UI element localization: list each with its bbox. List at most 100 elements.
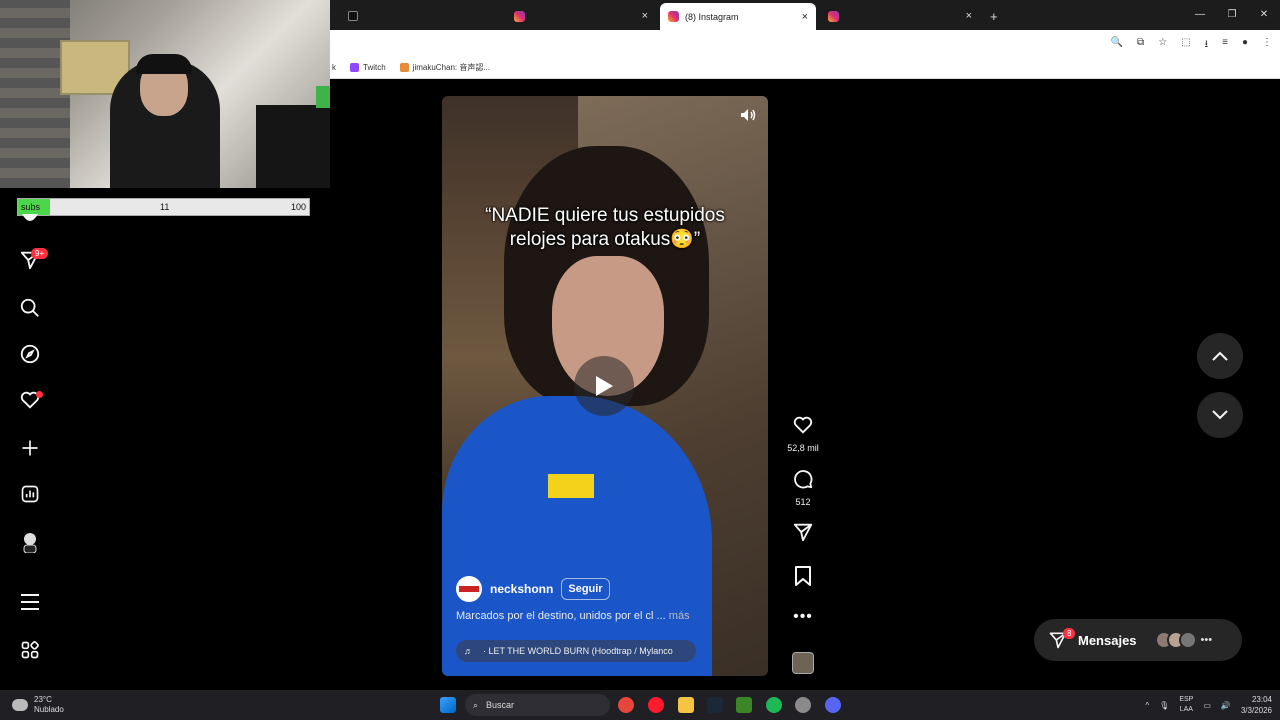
minimize-icon[interactable]: — xyxy=(1184,0,1216,30)
like-action[interactable]: 52,8 mil xyxy=(783,414,823,453)
tab-instagram-1[interactable]: × xyxy=(506,4,656,28)
audio-thumbnail[interactable] xyxy=(792,652,814,674)
windows-taskbar: 23°C Nublado ⌕ Buscar ^ 🎙 ESP LAA ▭ 🔊 23… xyxy=(0,690,1280,720)
next-reel-button[interactable] xyxy=(1197,392,1243,438)
taskbar-search[interactable]: ⌕ Buscar xyxy=(465,694,610,716)
weather-condition: Nublado xyxy=(34,705,64,714)
reels-icon-partial[interactable] xyxy=(18,208,42,232)
subs-current: 11 xyxy=(160,202,170,212)
reel-caption: “NADIE quiere tus estupidos relojes para… xyxy=(485,205,725,250)
more-options-icon[interactable]: ••• xyxy=(783,608,823,626)
more-link[interactable]: más xyxy=(669,610,690,622)
notifications-badge: 9+ xyxy=(31,248,49,259)
subs-goal-bar: subs 11 100 xyxy=(17,198,310,216)
microphone-icon[interactable]: 🎙 xyxy=(1159,701,1169,710)
network-icon[interactable]: ▭ xyxy=(1203,701,1211,710)
extensions-icon[interactable]: ⬚ xyxy=(1181,37,1190,54)
comment-icon xyxy=(794,470,813,489)
star-icon[interactable]: ☆ xyxy=(1158,37,1167,54)
play-button[interactable] xyxy=(574,356,634,416)
close-tab-icon[interactable]: × xyxy=(642,10,648,22)
download-icon[interactable]: ⭳ xyxy=(1205,37,1209,54)
chrome-icon[interactable] xyxy=(618,697,634,713)
opera-icon[interactable] xyxy=(648,697,664,713)
also-from-meta-icon[interactable] xyxy=(18,638,42,662)
cloud-icon xyxy=(12,699,28,711)
start-icon[interactable] xyxy=(440,697,456,713)
explore-icon[interactable] xyxy=(18,342,42,366)
author-avatar[interactable] xyxy=(456,576,482,602)
tab-instagram-active[interactable]: (8) Instagram × xyxy=(660,3,816,30)
tab-instagram-3[interactable]: × xyxy=(820,4,980,28)
subject-shirt xyxy=(442,396,712,676)
menu-icon[interactable]: ⋮ xyxy=(1262,37,1272,54)
share-action[interactable] xyxy=(783,521,823,548)
reel-video[interactable]: “NADIE quiere tus estupidos relojes para… xyxy=(442,96,768,676)
streamer-cap xyxy=(136,54,192,74)
lang-top: ESP xyxy=(1179,696,1194,703)
messages-button[interactable]: Mensajes ••• xyxy=(1034,619,1242,661)
profile-avatar[interactable] xyxy=(18,530,42,554)
minecraft-icon[interactable] xyxy=(736,697,752,713)
bookmarks-bar: k Twitch jimakuChan: 音声認... xyxy=(330,57,1280,79)
clock[interactable]: 23:04 3/3/2026 xyxy=(1241,694,1272,716)
language-indicator[interactable]: ESP LAA xyxy=(1179,695,1193,715)
dashboard-icon[interactable] xyxy=(18,482,42,506)
create-icon[interactable] xyxy=(18,436,42,460)
more-menu-icon[interactable] xyxy=(18,590,42,614)
spotify-icon[interactable] xyxy=(766,697,782,713)
play-icon xyxy=(596,376,613,396)
comment-action[interactable]: 512 xyxy=(783,468,823,507)
browser-tab-bar: × (8) Instagram × × + — ❐ ✕ xyxy=(330,0,1280,30)
reel-description: Marcados por el destino, unidos por el c… xyxy=(456,610,690,622)
avatar xyxy=(1178,631,1197,649)
search-placeholder: Buscar xyxy=(486,700,515,710)
address-bar[interactable]: 🔍 ⧉ ☆ ⬚ ⭳ ≡ ● ⋮ xyxy=(330,30,1280,57)
previous-reel-button[interactable] xyxy=(1197,333,1243,379)
like-heart-icon xyxy=(793,416,813,434)
search-icon[interactable] xyxy=(18,296,42,320)
description-text: Marcados por el destino, unidos por el c… xyxy=(456,610,666,622)
weather-widget[interactable]: 23°C Nublado xyxy=(12,695,64,715)
profile-avatar-icon[interactable]: ● xyxy=(1242,37,1248,54)
close-tab-icon[interactable]: × xyxy=(966,10,972,22)
monitor xyxy=(256,105,330,188)
discord-icon[interactable] xyxy=(825,697,841,713)
zoom-icon[interactable]: 🔍 xyxy=(1111,37,1123,54)
follow-button[interactable]: Seguir xyxy=(561,578,610,600)
settings-icon[interactable] xyxy=(795,697,811,713)
green-light xyxy=(316,86,330,108)
bookmark-jimakuchan[interactable]: jimakuChan: 音声認... xyxy=(399,62,490,73)
new-tab-button[interactable]: + xyxy=(982,4,1006,28)
temperature: 23°C xyxy=(34,695,52,704)
author-name[interactable]: neckshonn xyxy=(490,582,553,596)
tab-tiktok[interactable] xyxy=(340,4,510,28)
comments-count: 512 xyxy=(795,497,811,507)
jimakuchan-icon xyxy=(399,63,409,72)
lang-bottom: LAA xyxy=(1179,706,1193,713)
media-icon[interactable]: ≡ xyxy=(1222,37,1228,54)
chevron-up-icon xyxy=(1212,351,1228,361)
name-tag xyxy=(548,474,594,498)
likes-count: 52,8 mil xyxy=(787,443,819,453)
save-action[interactable] xyxy=(783,565,823,592)
install-icon[interactable]: ⧉ xyxy=(1137,37,1144,54)
volume-icon[interactable]: 🔊 xyxy=(1221,701,1231,710)
search-icon: ⌕ xyxy=(473,699,479,710)
subs-goal: 100 xyxy=(290,202,306,212)
audio-track[interactable]: ♬ · LET THE WORLD BURN (Hoodtrap / Mylan… xyxy=(456,640,696,662)
close-window-icon[interactable]: ✕ xyxy=(1248,0,1280,30)
steam-icon[interactable] xyxy=(707,697,723,713)
tab-title: (8) Instagram xyxy=(685,11,739,22)
chevron-up-icon[interactable]: ^ xyxy=(1145,701,1149,710)
file-explorer-icon[interactable] xyxy=(678,697,694,713)
system-tray: ^ 🎙 ESP LAA ▭ 🔊 23:04 3/3/2026 xyxy=(1145,694,1272,716)
bookmark-twitch[interactable]: Twitch xyxy=(350,63,386,72)
music-note-icon: ♬ xyxy=(464,646,473,656)
sound-icon[interactable] xyxy=(740,108,756,127)
reel-author-row: neckshonn Seguir xyxy=(456,576,610,602)
maximize-icon[interactable]: ❐ xyxy=(1216,0,1248,30)
share-icon xyxy=(793,523,813,542)
messages-label: Mensajes xyxy=(1078,632,1137,648)
close-tab-icon[interactable]: × xyxy=(802,11,808,23)
